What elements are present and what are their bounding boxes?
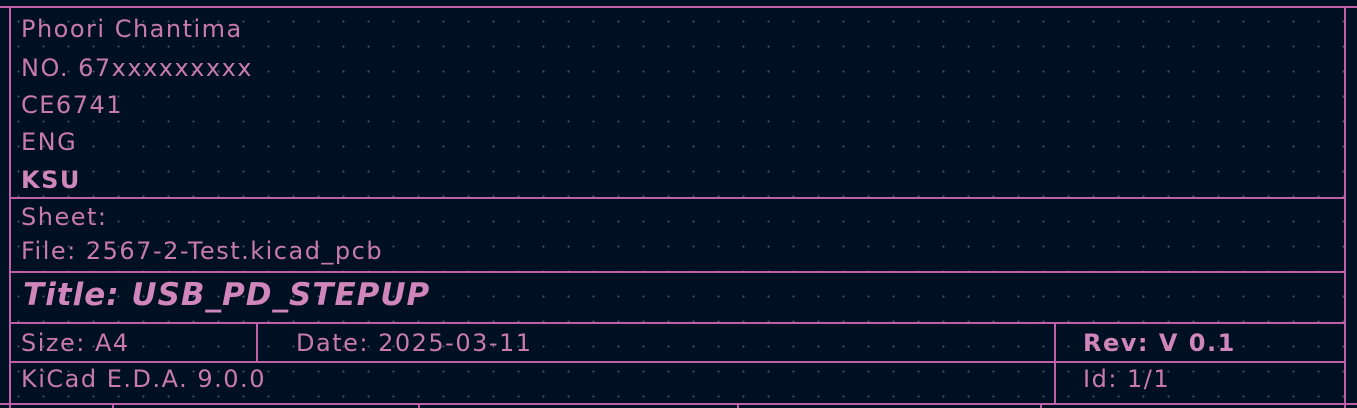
organization: KSU bbox=[21, 166, 81, 194]
frame-left-border bbox=[9, 6, 11, 408]
divider-title-size bbox=[9, 322, 1346, 324]
frame-bottom-border bbox=[0, 403, 1357, 405]
sheet-id: Id: 1/1 bbox=[1083, 365, 1171, 393]
generator-version: KiCad E.D.A. 9.0.0 bbox=[21, 365, 266, 393]
divider-file-title bbox=[9, 271, 1346, 273]
sheet-label: Sheet: bbox=[21, 203, 108, 231]
frame-tick-mark bbox=[1040, 404, 1042, 408]
frame-tick-mark bbox=[418, 404, 420, 408]
pcb-canvas[interactable]: Phoori Chantima NO. 67xxxxxxxxx CE6741 E… bbox=[0, 0, 1357, 408]
frame-top-border bbox=[0, 6, 1357, 8]
course-code: CE6741 bbox=[21, 91, 123, 119]
divider-size-date bbox=[256, 322, 258, 362]
department: ENG bbox=[21, 128, 78, 156]
divider-date-rev bbox=[1054, 322, 1056, 405]
frame-right-border bbox=[1344, 6, 1346, 408]
page-size: Size: A4 bbox=[21, 329, 130, 357]
student-number: NO. 67xxxxxxxxx bbox=[21, 54, 253, 82]
issue-date: Date: 2025-03-11 bbox=[296, 329, 533, 357]
schematic-title: Title: USB_PD_STEPUP bbox=[23, 277, 431, 313]
frame-tick-mark bbox=[737, 404, 739, 408]
file-name: File: 2567-2-Test.kicad_pcb bbox=[21, 237, 384, 265]
company-name: Phoori Chantima bbox=[21, 15, 243, 43]
divider-company-sheet bbox=[9, 197, 1346, 199]
frame-tick-mark bbox=[112, 404, 114, 408]
revision: Rev: V 0.1 bbox=[1083, 329, 1236, 357]
divider-size-generator bbox=[9, 361, 1346, 363]
